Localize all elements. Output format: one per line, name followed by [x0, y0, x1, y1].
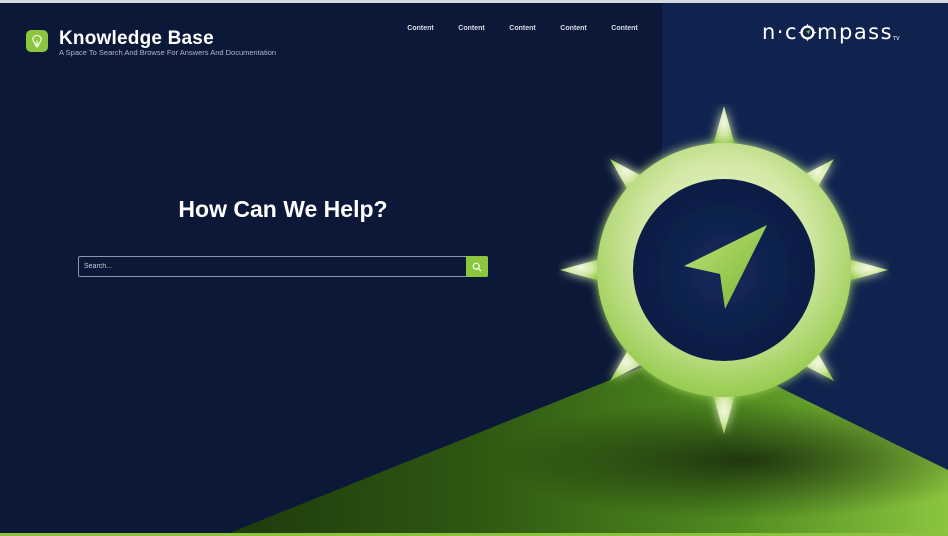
compass-o-icon	[798, 23, 817, 42]
logo-superscript: TV	[893, 36, 900, 42]
logo-prefix: n·c	[762, 20, 799, 44]
page: Knowledge Base A Space To Search And Bro…	[0, 0, 948, 536]
search-icon	[472, 262, 482, 271]
brand: Knowledge Base A Space To Search And Bro…	[26, 29, 276, 58]
nav-link-content-1[interactable]: Content	[395, 25, 446, 32]
nav-link-content-3[interactable]: Content	[497, 25, 548, 32]
lightbulb-icon[interactable]	[26, 30, 48, 52]
page-subtitle: A Space To Search And Browse For Answers…	[59, 48, 277, 57]
search-bar	[78, 256, 488, 277]
nav-link-content-4[interactable]: Content	[548, 25, 599, 32]
nav-link-content-2[interactable]: Content	[446, 25, 497, 32]
compass-illustration	[560, 106, 888, 434]
logo-suffix: mpass	[817, 20, 894, 44]
search-button[interactable]	[466, 256, 488, 277]
hero-heading: How Can We Help?	[178, 196, 388, 222]
page-title: Knowledge Base	[59, 28, 214, 49]
brand-text: Knowledge Base A Space To Search And Bro…	[59, 29, 276, 58]
top-nav: Content Content Content Content Content	[395, 25, 650, 32]
search-input[interactable]	[79, 257, 465, 276]
ncompass-logo[interactable]: n·c mpassTV	[762, 20, 900, 51]
nav-link-content-5[interactable]: Content	[599, 25, 650, 32]
